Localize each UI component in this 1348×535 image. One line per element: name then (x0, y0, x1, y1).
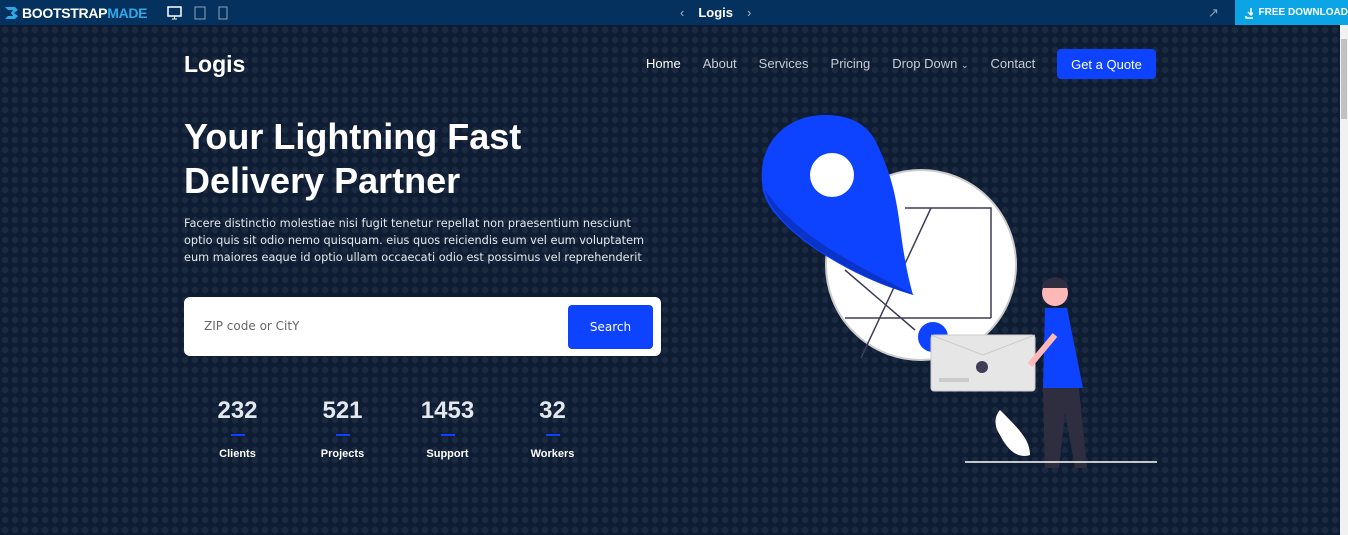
desktop-icon[interactable] (167, 5, 182, 20)
mobile-icon[interactable] (218, 6, 228, 20)
site-logo[interactable]: Logis (184, 51, 245, 78)
chevron-down-icon: ⌄ (960, 60, 969, 70)
bootstrapmade-logo[interactable]: BOOTSTRAP MADE (4, 4, 148, 21)
zip-search-input[interactable] (204, 311, 564, 341)
stat-label: Workers (530, 448, 575, 460)
stat-item: 32 Workers (491, 397, 614, 460)
hero-title: Your Lightning Fast Delivery Partner (184, 116, 522, 201)
hero-description: Facere distinctio molestiae nisi fugit t… (184, 217, 645, 264)
nav-services[interactable]: Services (759, 56, 809, 71)
nav-dropdown-label: Drop Down (892, 56, 958, 71)
theme-title: Logis (698, 5, 734, 20)
download-icon (1245, 7, 1253, 19)
search-form: Search (184, 297, 661, 356)
stat-divider (440, 434, 455, 436)
nav-contact[interactable]: Contact (990, 56, 1035, 71)
stat-value: 32 (539, 397, 566, 424)
search-button[interactable]: Search (568, 305, 653, 349)
stat-divider (545, 434, 560, 436)
external-link-icon[interactable]: ↗ (1208, 5, 1219, 21)
nav-dropdown[interactable]: Drop Down ⌄ (892, 56, 968, 71)
prev-theme-button[interactable]: ‹ (680, 5, 684, 20)
stats: 232 Clients 521 Projects 1453 Support 32 Wor… (184, 397, 614, 460)
nav-pricing[interactable]: Pricing (831, 56, 871, 71)
get-quote-button[interactable]: Get a Quote (1057, 49, 1156, 79)
scrollbar-thumb[interactable] (1341, 39, 1347, 119)
page-scrollbar[interactable] (1340, 25, 1348, 535)
next-theme-button[interactable]: › (747, 5, 751, 20)
hero-section: Logis Home About Services Pricing Drop D… (0, 25, 1340, 535)
free-download-button[interactable]: FREE DOWNLOAD (1235, 0, 1348, 25)
stat-divider (230, 434, 245, 436)
nav-home[interactable]: Home (646, 56, 681, 71)
download-label: FREE DOWNLOAD (1258, 7, 1348, 18)
preview-topbar: BOOTSTRAP MADE ‹ Logis › ↗ FREE DOWNLOAD (0, 0, 1348, 25)
stat-divider (335, 434, 350, 436)
brand-accent-text: MADE (107, 4, 148, 21)
brand-text: BOOTSTRAP (22, 4, 108, 21)
main-nav: Home About Services Pricing Drop Down ⌄ … (646, 56, 1035, 71)
nav-about[interactable]: About (703, 56, 737, 71)
delivery-illustration (761, 115, 1157, 468)
bootstrapmade-logo-icon (5, 6, 18, 19)
tablet-icon[interactable] (194, 6, 206, 20)
